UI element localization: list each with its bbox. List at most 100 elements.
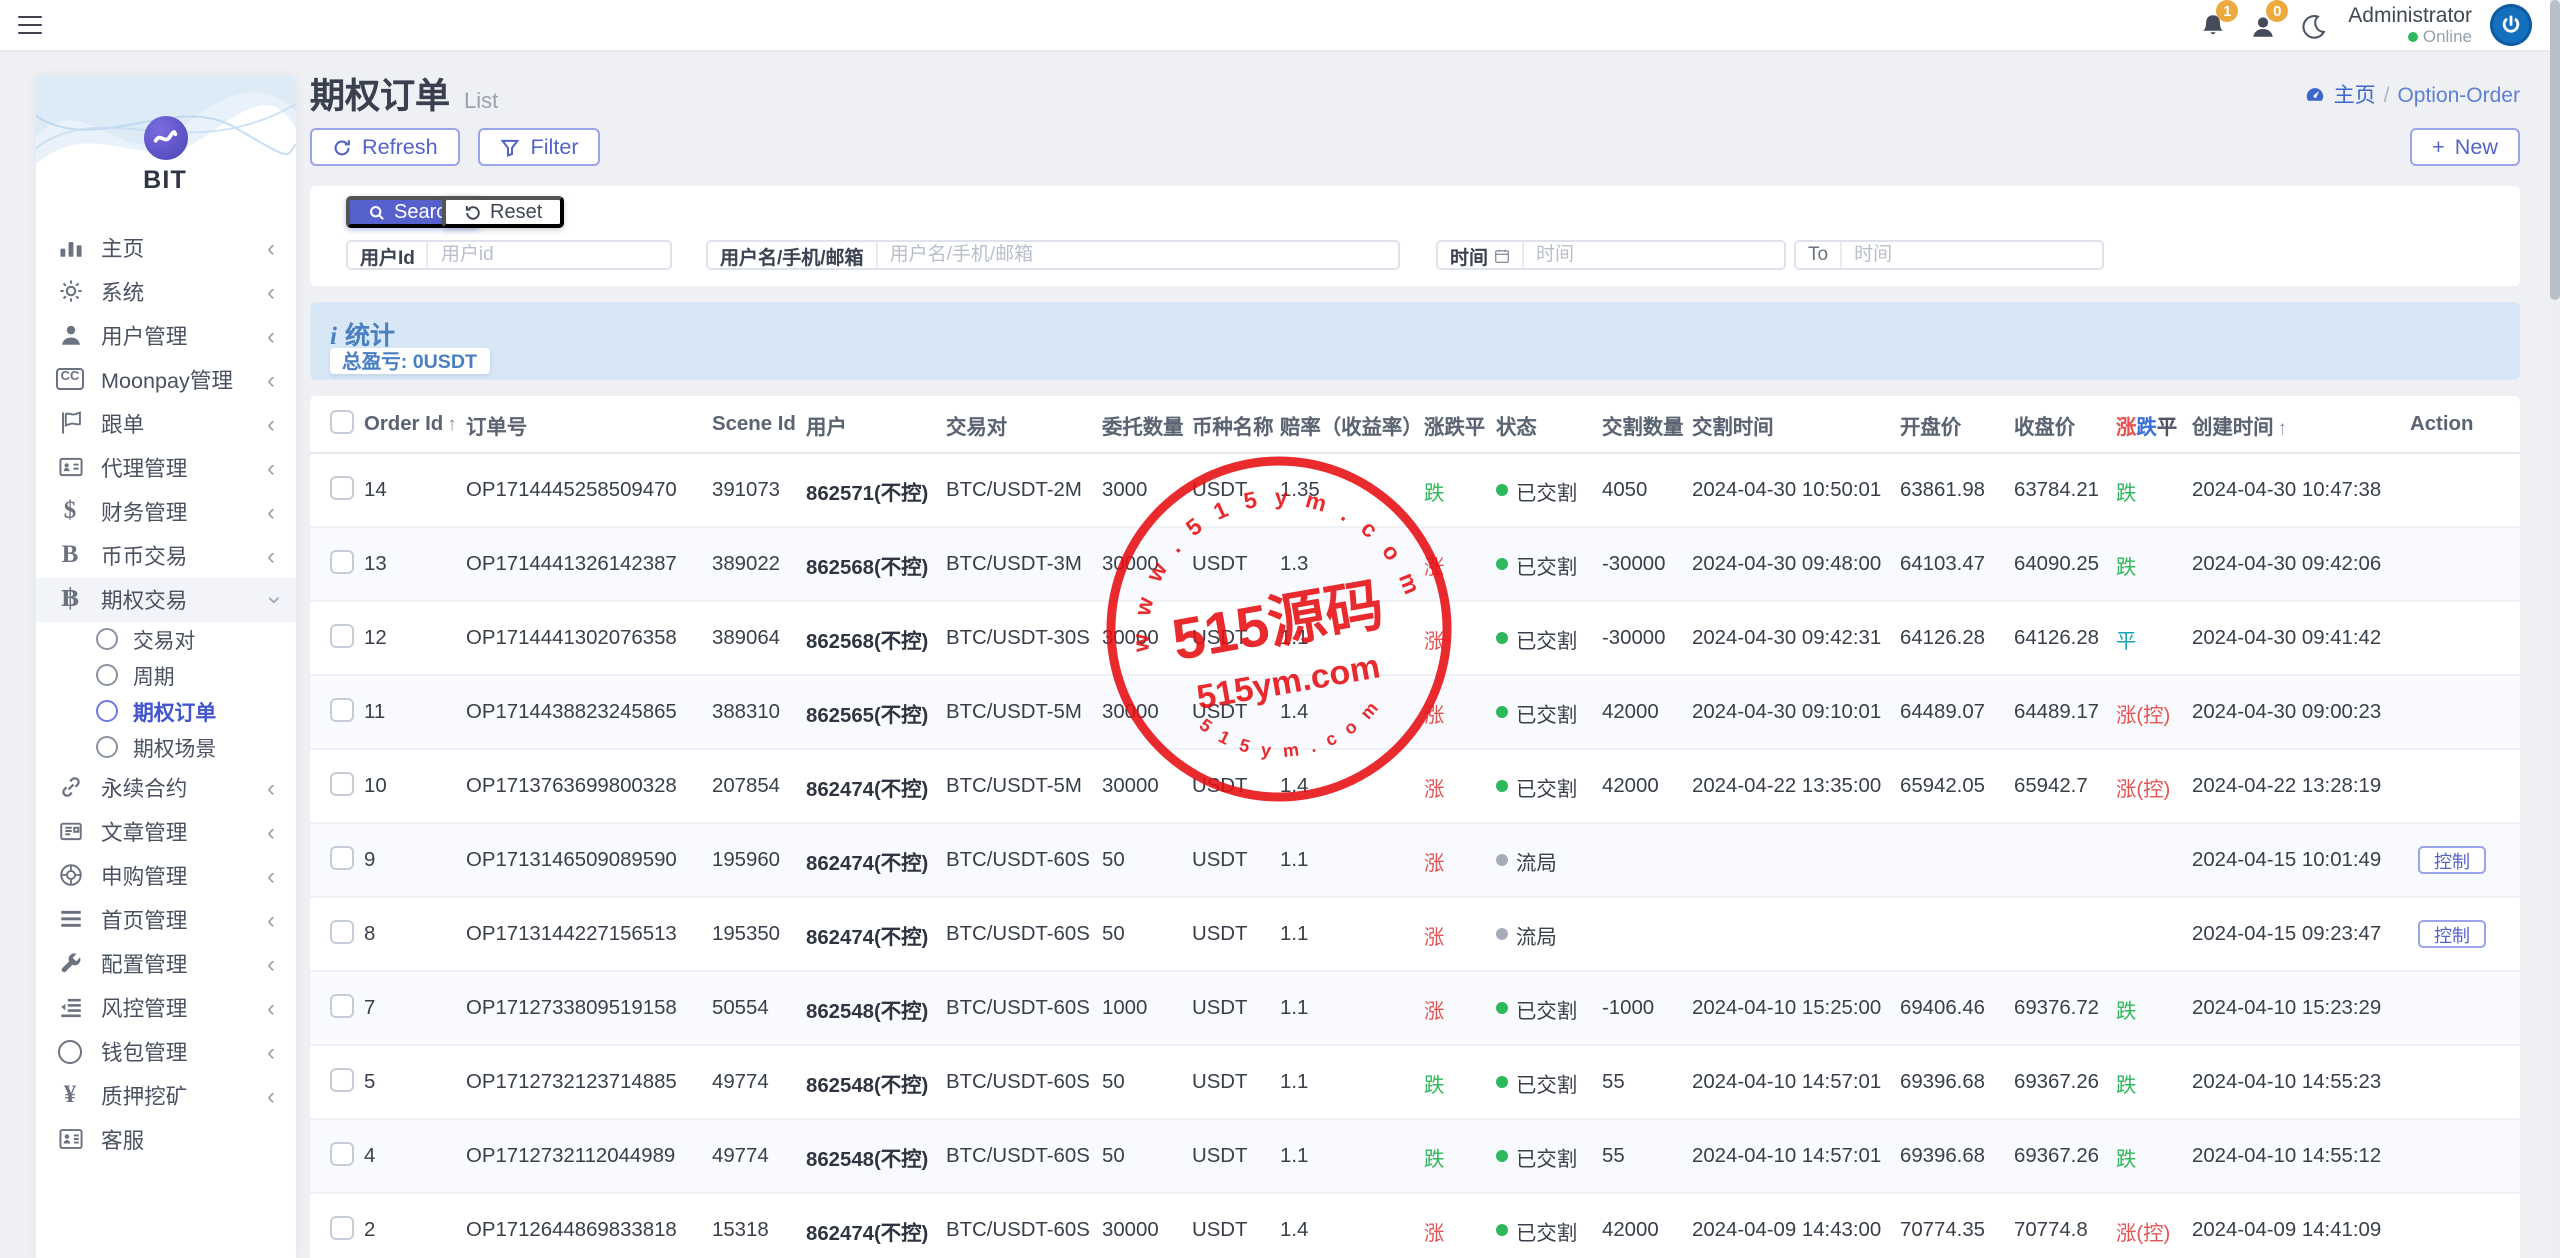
control-button[interactable]: 控制 [2418,846,2486,874]
column-header-label: 创建时间 [2192,417,2274,439]
sidebar-item-wallet[interactable]: 钱包管理‹ [35,1029,295,1073]
search-icon [368,203,386,221]
row-checkbox[interactable] [330,475,354,499]
row-checkbox[interactable] [330,845,354,869]
lifebuoy-icon [57,862,83,888]
sidebar-item-spot-trade[interactable]: B币币交易‹ [35,533,295,577]
row-checkbox[interactable] [330,1141,354,1165]
row-checkbox[interactable] [330,697,354,721]
sort-asc-icon[interactable]: ↑ [2278,417,2288,439]
sort-asc-icon[interactable]: ↑ [447,413,457,435]
row-checkbox[interactable] [330,623,354,647]
cell-settle-qty: 42000 [1602,1219,1692,1241]
column-header-label: 涨 [2116,417,2136,439]
user-id-field-group: 用户Id [346,240,672,270]
cell-open-price: 69406.46 [1900,997,2014,1019]
column-header[interactable]: Order Id↑ [364,413,466,435]
cell-order-no: OP1714441326142387 [466,553,712,575]
reset-button[interactable]: Reset [442,196,564,228]
cell-direction: 涨 [1424,919,1496,949]
user-id-label: 用户Id [348,242,429,268]
sidebar-item-subscribe[interactable]: 申购管理‹ [35,853,295,897]
status-text: 已交割 [1516,1141,1577,1171]
cell-settle-time: 2024-04-10 14:57:01 [1692,1145,1900,1167]
cell-order-id: 12 [364,627,466,649]
sidebar-item-finance[interactable]: $财务管理‹ [35,489,295,533]
bold-b-icon: B [57,542,83,568]
cell-amount: 30000 [1102,553,1192,575]
avatar[interactable] [2490,4,2532,46]
status-text: 流局 [1516,845,1557,875]
menu-toggle-icon[interactable] [18,15,42,35]
column-header[interactable]: 创建时间↑ [2192,409,2410,439]
sidebar-item-staking[interactable]: ¥质押挖矿‹ [35,1073,295,1117]
chevron-left-icon: ‹ [267,279,275,303]
sidebar-item-system[interactable]: 系统‹ [35,269,295,313]
cell-scene-id: 15318 [712,1219,806,1241]
sidebar-item-agents[interactable]: 代理管理‹ [35,445,295,489]
page-scrollbar[interactable] [2550,0,2560,1258]
sidebar-subitem-label: 期权订单 [133,696,216,726]
status-dot [1496,632,1508,644]
sidebar-item-home[interactable]: 主页‹ [35,225,295,269]
sidebar-subitem-pairs[interactable]: 交易对 [35,621,295,657]
dark-mode-moon-icon[interactable] [2298,9,2330,41]
user-notification-icon[interactable]: 0 [2248,9,2280,41]
refresh-icon [332,137,352,157]
cell-open-price: 63861.98 [1900,479,2014,501]
sidebar-item-config[interactable]: 配置管理‹ [35,941,295,985]
sidebar-item-articles[interactable]: 文章管理‹ [35,809,295,853]
select-all-checkbox[interactable] [330,409,354,433]
column-header: 涨跌平 [1424,409,1496,439]
info-icon: i [330,322,337,350]
time-from-input[interactable] [1524,242,1784,268]
sidebar-item-support[interactable]: 客服 [35,1117,295,1161]
sidebar-item-users[interactable]: 用户管理‹ [35,313,295,357]
cell-direction: 跌 [1424,475,1496,505]
sidebar-item-homepage[interactable]: 首页管理‹ [35,897,295,941]
column-header-label: Scene Id [712,413,796,435]
column-header: 订单号 [466,409,712,439]
user-id-input[interactable] [429,242,670,268]
cell-odds: 1.1 [1280,1071,1424,1093]
cell-user: 862548(不控) [806,1141,946,1171]
filter-button[interactable]: Filter [479,128,601,166]
breadcrumb-home-link[interactable]: 主页 [2334,80,2376,110]
sidebar-item-risk[interactable]: 风控管理‹ [35,985,295,1029]
cell-order-no: OP1713144227156513 [466,923,712,945]
row-checkbox[interactable] [330,771,354,795]
scrollbar-thumb[interactable] [2550,0,2560,300]
control-button[interactable]: 控制 [2418,920,2486,948]
row-checkbox[interactable] [330,919,354,943]
sidebar-item-perpetual[interactable]: 永续合约‹ [35,765,295,809]
cell-order-no: OP1712733809519158 [466,997,712,1019]
new-button[interactable]: + New [2410,128,2520,166]
sidebar-item-copy-trade[interactable]: 跟单‹ [35,401,295,445]
chevron-left-icon: ‹ [267,235,275,259]
idcard-icon [57,454,83,480]
user-name-input[interactable] [878,242,1398,268]
cell-scene-id: 195960 [712,849,806,871]
user-icon [57,322,83,348]
toolbar: Refresh Filter + New [310,128,2520,168]
online-status: Online [2423,27,2472,47]
row-checkbox[interactable] [330,993,354,1017]
cell-coin: USDT [1192,997,1280,1019]
sidebar-subitem-option-orders[interactable]: 期权订单 [35,693,295,729]
time-to-input[interactable] [1842,242,2102,268]
row-checkbox[interactable] [330,1215,354,1239]
row-checkbox[interactable] [330,1067,354,1091]
table-row: 11OP1714438823245865388310862565(不控)BTC/… [310,674,2520,748]
column-header-label: 交割时间 [1692,417,1774,439]
sidebar-subitem-cycles[interactable]: 周期 [35,657,295,693]
sidebar-item-moonpay[interactable]: CCMoonpay管理‹ [35,357,295,401]
row-checkbox[interactable] [330,549,354,573]
notification-bell-icon[interactable]: 1 [2198,9,2230,41]
cell-scene-id: 388310 [712,701,806,723]
cell-status: 已交割 [1496,771,1602,801]
sidebar-item-option-trade[interactable]: ฿期权交易‹ [35,577,295,621]
refresh-button[interactable]: Refresh [310,128,460,166]
cell-coin: USDT [1192,479,1280,501]
sidebar-subitem-option-scenes[interactable]: 期权场景 [35,729,295,765]
cell-pair: BTC/USDT-60S [946,1071,1102,1093]
